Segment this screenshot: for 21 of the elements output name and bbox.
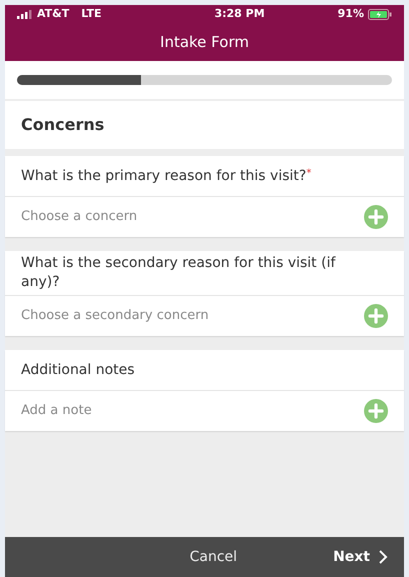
answer-field[interactable]: Choose a concern [5, 197, 404, 237]
answer-field[interactable]: Choose a secondary concern [5, 296, 404, 336]
network-label: LTE [81, 6, 102, 22]
next-button[interactable]: Next [333, 546, 404, 568]
signal-icon [17, 10, 33, 18]
question-label: What is the secondary reason for this visit (if any)? [21, 254, 337, 292]
page-title: Intake Form [160, 32, 249, 53]
add-icon[interactable] [364, 399, 388, 423]
section-title: Concerns [21, 114, 104, 136]
clock-time: 3:28 PM [214, 6, 265, 22]
answer-field[interactable]: Add a note [5, 391, 404, 431]
add-icon[interactable] [364, 205, 388, 229]
required-marker: * [306, 167, 312, 181]
carrier-label: AT&T [37, 6, 70, 22]
battery-percent: 91% [338, 6, 364, 22]
question-label: Additional notes [21, 360, 135, 380]
add-icon[interactable] [364, 304, 388, 328]
battery-icon [368, 8, 392, 20]
cancel-button[interactable]: Cancel [182, 546, 246, 568]
question-label: What is the primary reason for this visit? [21, 166, 306, 186]
chevron-right-icon [378, 549, 388, 565]
